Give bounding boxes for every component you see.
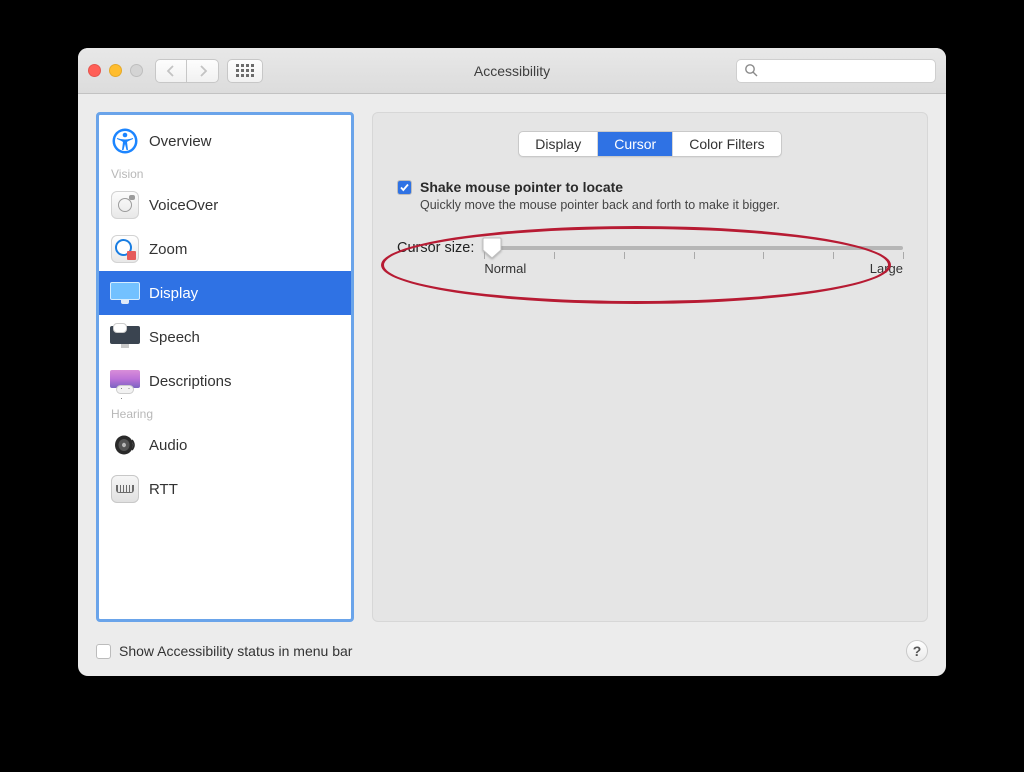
- accessibility-window: Accessibility Overview Vision VoiceOver: [78, 48, 946, 676]
- sidebar-section-hearing: Hearing: [99, 403, 351, 423]
- voiceover-icon: [111, 191, 139, 219]
- footer: Show Accessibility status in menu bar ?: [78, 640, 946, 676]
- option-shake: Shake mouse pointer to locate Quickly mo…: [397, 179, 903, 214]
- sidebar-item-label: Audio: [149, 437, 187, 454]
- grid-icon: [236, 64, 254, 77]
- sidebar-item-audio[interactable]: Audio: [99, 423, 351, 467]
- sidebar-item-overview[interactable]: Overview: [99, 119, 351, 163]
- slider-ticks: [484, 252, 903, 260]
- minimize-button[interactable]: [109, 64, 122, 77]
- cursor-size-label: Cursor size:: [397, 240, 474, 256]
- search-wrap: [736, 59, 936, 83]
- show-status-checkbox[interactable]: [96, 644, 111, 659]
- sidebar-item-label: VoiceOver: [149, 197, 218, 214]
- sidebar-item-label: Descriptions: [149, 373, 232, 390]
- help-button[interactable]: ?: [906, 640, 928, 662]
- sidebar[interactable]: Overview Vision VoiceOver Zoom Display S…: [96, 112, 354, 622]
- sidebar-item-rtt[interactable]: RTT: [99, 467, 351, 511]
- shake-checkbox[interactable]: [397, 180, 412, 195]
- zoom-icon: [111, 235, 139, 263]
- audio-icon: [111, 431, 139, 459]
- tab-control: Display Cursor Color Filters: [518, 131, 781, 157]
- checkmark-icon: [399, 182, 410, 193]
- search-input[interactable]: [736, 59, 936, 83]
- content-panel: Display Cursor Color Filters Shake mouse…: [372, 112, 928, 622]
- sidebar-item-display[interactable]: Display: [99, 271, 351, 315]
- sidebar-section-vision: Vision: [99, 163, 351, 183]
- accessibility-icon: [111, 127, 139, 155]
- sidebar-item-voiceover[interactable]: VoiceOver: [99, 183, 351, 227]
- sidebar-item-descriptions[interactable]: Descriptions: [99, 359, 351, 403]
- sidebar-item-zoom[interactable]: Zoom: [99, 227, 351, 271]
- nav-group: [155, 59, 219, 83]
- shake-desc: Quickly move the mouse pointer back and …: [420, 197, 860, 214]
- sidebar-item-label: Zoom: [149, 241, 187, 258]
- descriptions-icon: [111, 367, 139, 395]
- titlebar: Accessibility: [78, 48, 946, 94]
- body: Overview Vision VoiceOver Zoom Display S…: [78, 94, 946, 640]
- window-controls: [88, 64, 143, 77]
- tab-cursor[interactable]: Cursor: [598, 132, 673, 156]
- cursor-size-slider[interactable]: Normal Large: [484, 240, 903, 276]
- sidebar-item-label: Display: [149, 285, 198, 302]
- sidebar-item-label: RTT: [149, 481, 178, 498]
- speech-icon: [111, 323, 139, 351]
- sidebar-item-speech[interactable]: Speech: [99, 315, 351, 359]
- shake-title: Shake mouse pointer to locate: [420, 179, 623, 195]
- chevron-right-icon: [198, 65, 208, 77]
- show-status-label: Show Accessibility status in menu bar: [119, 643, 352, 659]
- zoom-button[interactable]: [130, 64, 143, 77]
- sidebar-item-label: Speech: [149, 329, 200, 346]
- sidebar-item-label: Overview: [149, 133, 212, 150]
- rtt-icon: [111, 475, 139, 503]
- cursor-size-row: Cursor size: Normal Large: [397, 240, 903, 276]
- tab-color-filters[interactable]: Color Filters: [673, 132, 780, 156]
- chevron-left-icon: [166, 65, 176, 77]
- display-icon: [111, 279, 139, 307]
- search-icon: [744, 63, 758, 82]
- forward-button[interactable]: [187, 59, 219, 83]
- tab-display[interactable]: Display: [519, 132, 598, 156]
- slider-max-label: Large: [870, 261, 903, 276]
- back-button[interactable]: [155, 59, 187, 83]
- show-all-button[interactable]: [227, 59, 263, 83]
- close-button[interactable]: [88, 64, 101, 77]
